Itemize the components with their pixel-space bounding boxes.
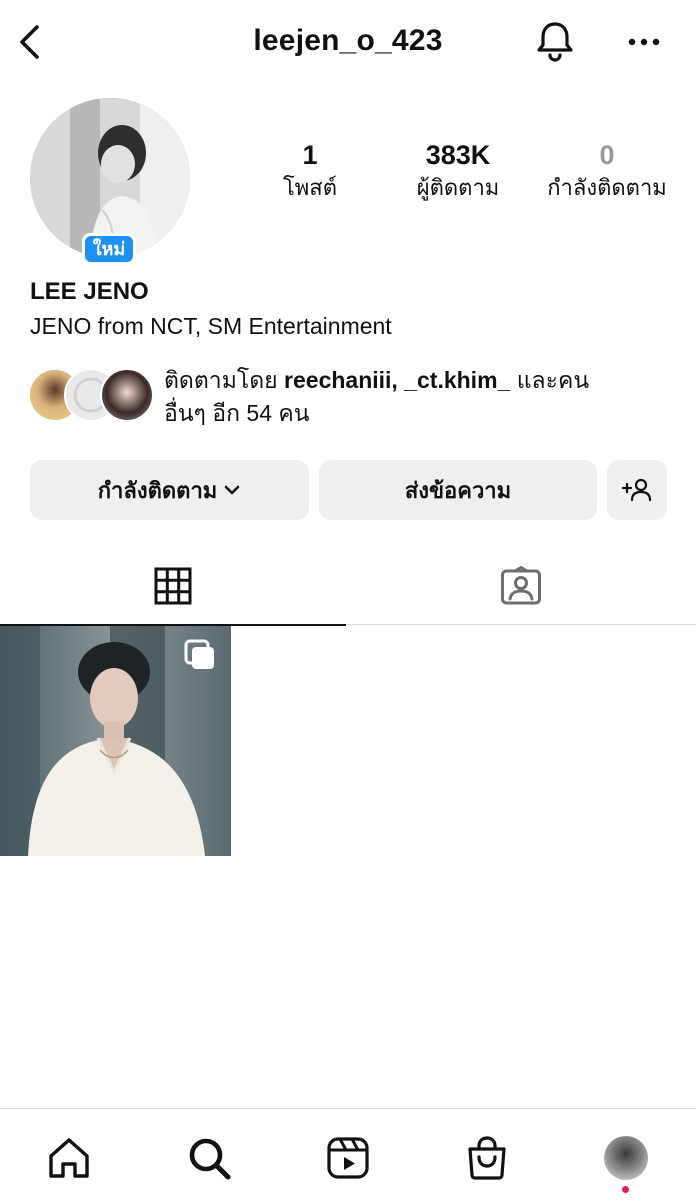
new-badge-label: ใหม่ — [85, 236, 133, 262]
multiple-photos-icon — [184, 639, 214, 669]
top-bar: leejen_o_423 — [0, 0, 696, 84]
mutual-followers-text[interactable]: ติดตามโดย reechaniii, _ct.khim_ และคน อื… — [164, 364, 664, 430]
followers-label: ผู้ติดตาม — [416, 175, 500, 200]
following-button-label: กำลังติดตาม — [97, 477, 218, 503]
profile-username: leejen_o_423 — [253, 24, 443, 57]
profile-bio: JENO from NCT, SM Entertainment — [30, 313, 392, 339]
following-count: 0 — [599, 140, 615, 170]
new-story-badge: ใหม่ — [82, 233, 136, 265]
tab-posts-grid[interactable] — [0, 548, 346, 626]
tab-tagged[interactable] — [346, 548, 696, 625]
more-horizontal-icon — [628, 38, 660, 46]
mutual-usernames[interactable]: reechaniii, _ct.khim_ — [284, 367, 510, 393]
nav-home[interactable] — [44, 1133, 94, 1183]
search-icon — [189, 1138, 231, 1180]
stat-following[interactable]: 0 กำลังติดตาม — [534, 140, 680, 206]
mutual-others-count: อื่นๆ อีก 54 คน — [164, 400, 310, 426]
notification-dot — [622, 1186, 629, 1193]
mutual-avatar-3 — [100, 368, 154, 422]
grid-icon — [154, 567, 192, 605]
more-options-button[interactable] — [622, 22, 666, 62]
chevron-down-icon — [225, 485, 240, 495]
message-button-label: ส่งข้อความ — [404, 477, 512, 503]
posts-count: 1 — [302, 140, 318, 170]
following-label: กำลังติดตาม — [547, 175, 667, 200]
display-name: LEE JENO — [30, 278, 149, 305]
add-person-icon — [621, 478, 652, 502]
home-icon — [49, 1138, 89, 1178]
mutual-prefix: ติดตามโดย — [164, 367, 285, 393]
message-button[interactable]: ส่งข้อความ — [319, 460, 597, 520]
nav-shop[interactable] — [462, 1133, 512, 1183]
nav-search[interactable] — [184, 1133, 234, 1183]
followers-count: 383K — [425, 140, 491, 170]
bottom-navigation — [0, 1108, 696, 1201]
suggest-people-button[interactable] — [607, 460, 667, 520]
reels-icon — [327, 1137, 369, 1179]
stat-followers[interactable]: 383K ผู้ติดตาม — [398, 140, 518, 206]
multiple-photos-badge — [183, 638, 217, 672]
tagged-person-icon — [501, 566, 541, 605]
stat-posts[interactable]: 1 โพสต์ — [262, 140, 358, 206]
following-button[interactable]: กำลังติดตาม — [30, 460, 309, 520]
nav-reels[interactable] — [323, 1133, 373, 1183]
post-thumbnail[interactable] — [0, 626, 231, 856]
mutual-followers-avatars[interactable] — [28, 368, 154, 422]
shop-bag-icon — [468, 1136, 506, 1180]
profile-avatar-small — [604, 1136, 648, 1180]
bell-icon — [537, 22, 573, 62]
posts-label: โพสต์ — [282, 175, 338, 200]
mutual-suffix: และคน — [510, 367, 590, 393]
notifications-button[interactable] — [532, 18, 578, 64]
nav-profile[interactable] — [601, 1133, 651, 1183]
